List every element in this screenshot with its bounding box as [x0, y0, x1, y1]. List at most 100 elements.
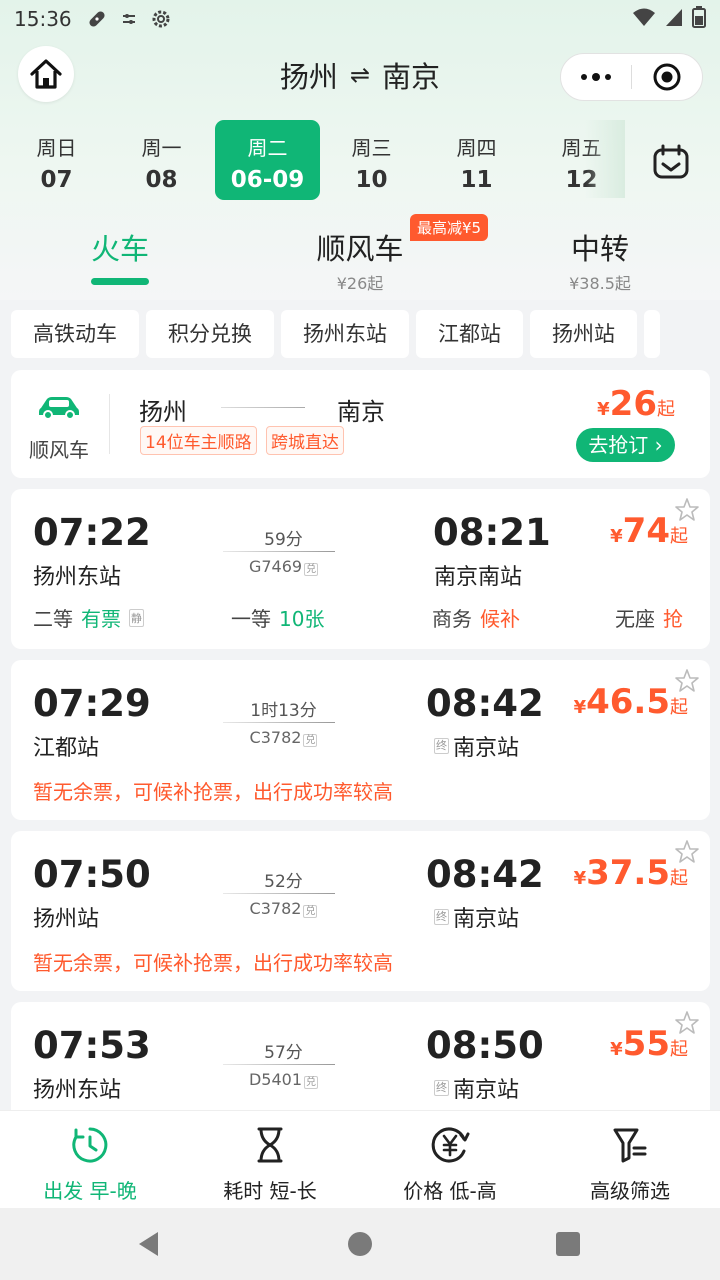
terminal-badge: 终 [434, 909, 449, 925]
settings-gear-icon [150, 8, 172, 30]
arrival-station-text: 南京站 [453, 907, 520, 932]
train-number-text: C3782 [249, 728, 302, 747]
tab-transfer[interactable]: 中转 ¥38.5起 [540, 226, 660, 294]
departure-station: 扬州东站 [33, 565, 122, 590]
ticket-price: ¥46.5起 [574, 682, 688, 722]
advanced-filter[interactable]: 高级筛选 [540, 1125, 720, 1204]
calendar-button[interactable] [640, 140, 702, 184]
tune-icon [120, 10, 138, 28]
arrival-station: 终南京站 [434, 901, 519, 933]
price-suffix: 起 [670, 868, 688, 889]
sort-by-departure[interactable]: 出发 早-晚 [0, 1125, 180, 1204]
price-value: 26 [609, 384, 657, 424]
arrival-time: 08:42 [426, 682, 544, 725]
promo-badge: 最高减¥5 [410, 214, 489, 241]
sort-label: 高级筛选 [590, 1179, 670, 1203]
recents-square-icon[interactable] [556, 1232, 580, 1256]
seat-class: 二等 [33, 607, 73, 631]
date-item[interactable]: 周日 07 [4, 120, 109, 200]
exchange-badge: 兑 [304, 563, 319, 576]
active-tab-indicator [91, 278, 149, 285]
terminal-badge: 终 [434, 1080, 449, 1096]
train-number: D5401 兑 [221, 1070, 346, 1089]
header: 扬州 ⇌ 南京 [0, 44, 720, 108]
seat-status: 有票 [81, 607, 121, 631]
arrival-time: 08:50 [426, 1024, 544, 1067]
currency-symbol: ¥ [597, 399, 610, 420]
tab-train[interactable]: 火车 [60, 226, 180, 285]
origin-city: 扬州 [279, 60, 338, 94]
waitlist-notice: 暂无余票，可候补抢票，出行成功率较高 [33, 780, 393, 804]
rideshare-price: ¥26起 [597, 384, 675, 424]
departure-station: 江都站 [33, 736, 100, 761]
tag-drivers: 14位车主顺路 [140, 426, 257, 455]
sort-label: 出发 早-晚 [43, 1179, 137, 1203]
date-item[interactable]: 周一 08 [109, 120, 214, 200]
chip-more[interactable] [644, 310, 660, 358]
date-item-selected[interactable]: 周二 06-09 [215, 120, 320, 200]
sort-by-duration[interactable]: 耗时 短-长 [180, 1125, 360, 1204]
filter-chips: 高铁动车 积分兑换 扬州东站 江都站 扬州站 [11, 310, 720, 358]
rideshare-from: 扬州 [139, 398, 187, 426]
date-weekday: 周一 [141, 136, 182, 160]
seat-second-class: 二等 有票 静 [33, 603, 144, 632]
date-weekday: 周四 [456, 136, 497, 160]
train-card[interactable]: 07:22 扬州东站 59分 G7469 兑 08:21 南京南站 ¥74起 二等… [11, 489, 710, 649]
divider [109, 394, 110, 454]
date-item[interactable]: 周三 10 [319, 120, 424, 200]
chip-yangzhou[interactable]: 扬州站 [530, 310, 637, 358]
duration: 59分 [264, 530, 303, 550]
car-icon [27, 394, 91, 424]
duration-line [223, 551, 335, 552]
close-miniprogram-button[interactable] [632, 54, 702, 100]
sort-by-price[interactable]: 价格 低-高 [360, 1125, 540, 1204]
price-suffix: 起 [670, 526, 688, 547]
wifi-icon [632, 7, 656, 32]
train-card[interactable]: 07:50 扬州站 52分 C3782 兑 08:42 终南京站 ¥37.5起 暂… [11, 831, 710, 991]
system-navigation-bar [0, 1208, 720, 1280]
price-suffix: 起 [670, 697, 688, 718]
chip-yangzhou-east[interactable]: 扬州东站 [281, 310, 409, 358]
train-number-text: C3782 [249, 899, 302, 918]
exchange-badge: 兑 [304, 1076, 319, 1089]
chip-points-exchange[interactable]: 积分兑换 [146, 310, 274, 358]
chip-high-speed[interactable]: 高铁动车 [11, 310, 139, 358]
train-card[interactable]: 07:29 江都站 1时13分 C3782 兑 08:42 终南京站 ¥46.5起… [11, 660, 710, 820]
tab-subprice: ¥26起 [336, 274, 384, 293]
departure-time: 07:53 [33, 1024, 151, 1067]
home-circle-icon[interactable] [348, 1232, 372, 1256]
seat-first-class: 一等 10张 [231, 603, 324, 632]
back-triangle-icon[interactable] [136, 1230, 162, 1262]
date-day: 07 [40, 167, 73, 193]
date-day: 10 [355, 167, 388, 193]
date-weekday: 周二 [247, 136, 288, 160]
date-item[interactable]: 周四 11 [424, 120, 529, 200]
rideshare-to: 南京 [337, 398, 385, 426]
duration: 52分 [264, 872, 303, 892]
date-day: 08 [145, 167, 178, 193]
sort-label: 耗时 短-长 [223, 1179, 317, 1203]
duration-line [223, 893, 335, 894]
tab-label: 中转 [570, 232, 629, 266]
currency-symbol: ¥ [573, 868, 587, 889]
date-weekday: 周三 [351, 136, 392, 160]
duration-line [223, 722, 335, 723]
rideshare-card[interactable]: 顺风车 扬州 南京 14位车主顺路 跨城直达 ¥26起 去抢订 › [11, 370, 710, 478]
currency-symbol: ¥ [610, 1039, 623, 1060]
price-value: 46.5 [586, 682, 670, 722]
more-button[interactable] [561, 54, 631, 100]
price-suffix: 起 [670, 1039, 688, 1060]
terminal-badge: 终 [434, 738, 449, 754]
date-scroll-fade [585, 120, 625, 198]
date-day: 11 [460, 167, 493, 193]
swap-icon[interactable]: ⇌ [350, 61, 370, 89]
currency-symbol: ¥ [573, 697, 587, 718]
currency-symbol: ¥ [610, 526, 623, 547]
chip-jiangdu[interactable]: 江都站 [416, 310, 523, 358]
tab-label: 顺风车 [316, 232, 404, 266]
departure-station: 扬州东站 [33, 1078, 122, 1103]
status-time: 15:36 [14, 7, 72, 31]
tab-rideshare[interactable]: 顺风车 ¥26起 [290, 226, 430, 294]
bottom-sort-bar: 出发 早-晚 耗时 短-长 价格 低-高 高级筛选 [0, 1110, 720, 1208]
book-rideshare-button[interactable]: 去抢订 › [576, 428, 675, 462]
